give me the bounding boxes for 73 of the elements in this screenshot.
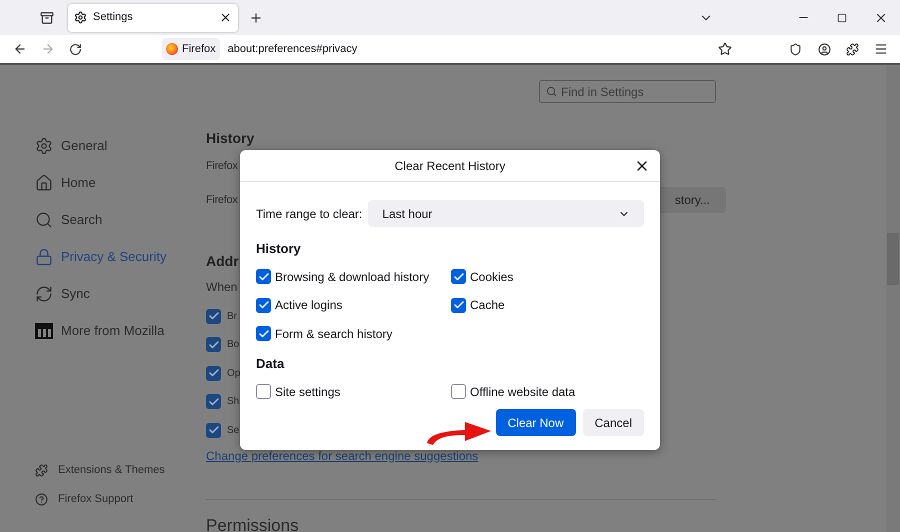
field-label: Time range to clear:: [256, 206, 362, 222]
sidebar-item[interactable]: More from Mozilla: [35, 312, 206, 349]
sidebar-icon: [35, 174, 53, 192]
clear-now-button[interactable]: Clear Now: [496, 409, 576, 436]
section-heading: History: [256, 240, 301, 258]
checkbox[interactable]: [256, 269, 271, 284]
dialog-title: Clear Recent History: [394, 158, 506, 174]
search-field[interactable]: Find in Settings: [539, 80, 716, 103]
setting-text: When: [206, 279, 238, 296]
setting-text: Firefox: [206, 192, 238, 208]
checkbox-label: Sh: [227, 395, 240, 410]
sidebar-item[interactable]: Search: [35, 201, 206, 238]
checkbox-label: Site settings: [275, 384, 340, 401]
tab-title: Settings: [93, 10, 134, 26]
help-icon: [35, 493, 48, 506]
checkbox-label: Browsing & download history: [275, 268, 430, 286]
checkbox[interactable]: [451, 269, 466, 284]
extensions-icon[interactable]: [846, 42, 859, 56]
checkbox[interactable]: [206, 394, 221, 410]
section-heading: Permissions: [206, 514, 300, 532]
new-tab-icon[interactable]: [249, 10, 263, 24]
checkbox[interactable]: [206, 422, 221, 438]
setting-text: Firefox: [206, 158, 238, 174]
settings-icon: [74, 11, 87, 24]
sidebar-item[interactable]: Home: [35, 164, 206, 201]
menu-icon[interactable]: [874, 42, 888, 56]
checkbox[interactable]: [206, 308, 221, 324]
checkbox-label: Op: [227, 366, 240, 381]
reload-icon[interactable]: [69, 42, 82, 56]
search-icon: [546, 86, 557, 97]
section-heading: History: [206, 129, 256, 148]
sidebar-item[interactable]: General: [35, 127, 206, 164]
maximize-icon[interactable]: [837, 12, 847, 22]
suggestions-link[interactable]: Change preferences for search engine suggestions: [206, 446, 478, 464]
browser-logo-icon: [166, 43, 178, 55]
checkbox[interactable]: [206, 337, 221, 352]
checkbox[interactable]: [451, 384, 466, 400]
checkbox-label: Bo: [227, 338, 240, 352]
scrollbar[interactable]: [886, 65, 900, 532]
url-text: about:preferences#privacy: [228, 42, 358, 57]
identity-badge[interactable]: Firefox: [162, 38, 220, 60]
sidebar-item[interactable]: Sync: [35, 275, 206, 312]
account-icon[interactable]: [818, 42, 831, 56]
checkbox-label: Br: [227, 310, 237, 324]
sidebar-item[interactable]: Privacy & Security: [35, 238, 206, 275]
section-heading: Data: [256, 355, 284, 373]
checkbox[interactable]: [256, 298, 271, 313]
checkbox[interactable]: [451, 298, 466, 313]
sidebar-icon: [35, 210, 53, 228]
sidebar-icon: [35, 248, 53, 266]
sidebar-link[interactable]: Firefox Support: [35, 485, 206, 514]
puzzle-icon: [35, 464, 48, 477]
browser-tab[interactable]: Settings: [68, 4, 238, 32]
sidebar-icon: [35, 136, 53, 154]
sidebar-link[interactable]: Extensions & Themes: [35, 456, 206, 485]
sidebar-icon: [35, 284, 53, 302]
back-icon[interactable]: [13, 42, 27, 56]
checkbox-label: Se: [227, 424, 240, 438]
checkbox[interactable]: [256, 326, 271, 342]
checkbox-label: Cache: [470, 297, 505, 314]
checkbox[interactable]: [206, 366, 221, 381]
checkbox-label: Offline website data: [470, 384, 576, 401]
checkbox[interactable]: [256, 384, 271, 400]
mozilla-logo-icon: [35, 322, 53, 338]
tab-list-icon[interactable]: [40, 10, 54, 24]
checkbox-label: Active logins: [275, 297, 342, 314]
time-range-dropdown[interactable]: Last hour: [368, 200, 644, 227]
checkbox-label: Cookies: [470, 268, 514, 286]
close-icon[interactable]: [219, 11, 232, 24]
bookmark-star-icon[interactable]: [718, 42, 732, 56]
cancel-button[interactable]: Cancel: [582, 409, 644, 436]
checkbox-label: Form & search history: [275, 326, 392, 343]
section-heading: Addr: [206, 252, 239, 271]
